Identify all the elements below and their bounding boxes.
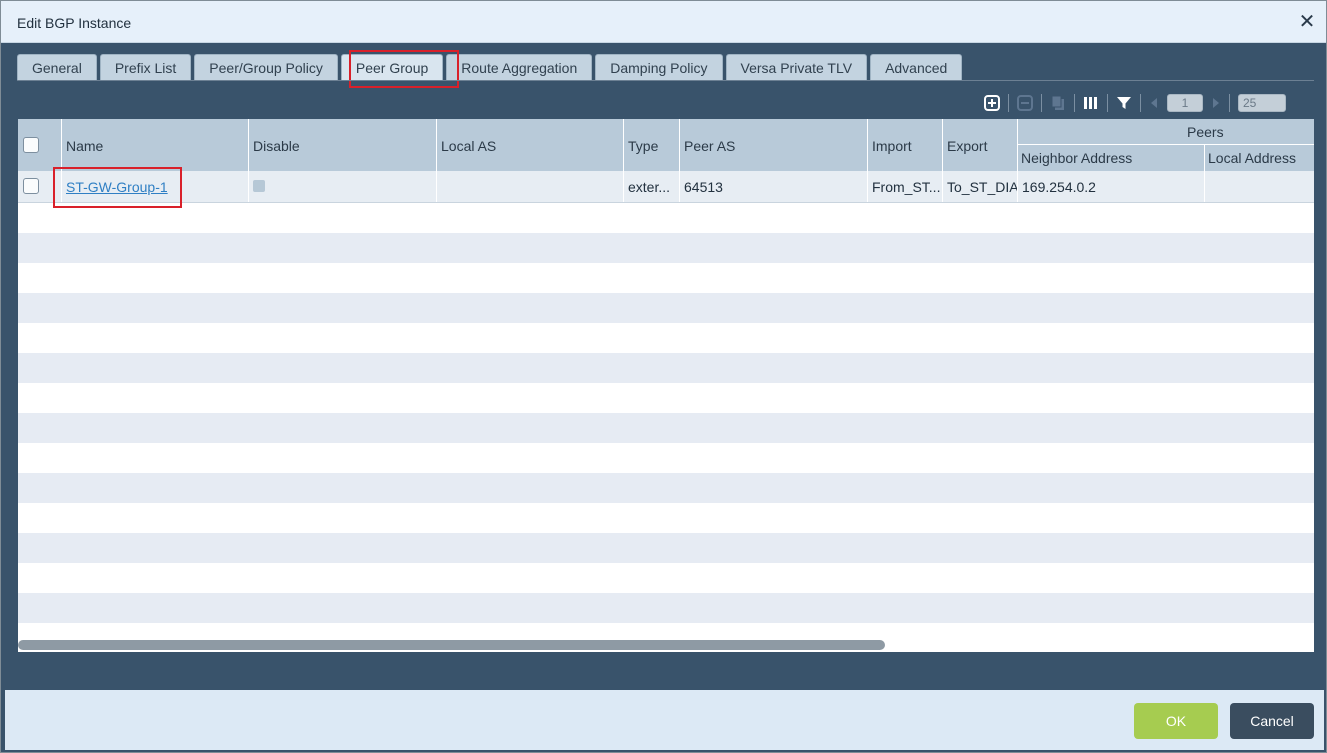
peer-group-grid: Name Disable Local AS Type Peer AS Impor… — [18, 119, 1314, 652]
empty-row — [18, 473, 1314, 503]
empty-row — [18, 323, 1314, 353]
page-size-input[interactable]: 25 — [1238, 94, 1286, 112]
tab-divider — [17, 80, 1314, 81]
tab-peer-group[interactable]: Peer Group — [340, 54, 444, 81]
disable-checkbox[interactable] — [253, 180, 265, 192]
toolbar-separator — [1229, 94, 1230, 112]
header-import[interactable]: Import — [868, 119, 943, 171]
toolbar-separator — [1041, 94, 1042, 112]
empty-row — [18, 203, 1314, 233]
tab-route-aggregation[interactable]: Route Aggregation — [446, 54, 593, 81]
tab-general[interactable]: General — [17, 54, 97, 81]
header-neighbor-address[interactable]: Neighbor Address — [1018, 145, 1205, 171]
clone-icon[interactable] — [1049, 94, 1067, 112]
cell-local-address — [1205, 171, 1314, 202]
empty-row — [18, 383, 1314, 413]
tab-advanced[interactable]: Advanced — [870, 54, 963, 81]
empty-row — [18, 233, 1314, 263]
cancel-button[interactable]: Cancel — [1230, 703, 1314, 739]
header-disable[interactable]: Disable — [249, 119, 437, 171]
cell-neighbor-address: 169.254.0.2 — [1018, 171, 1205, 202]
toolbar-separator — [1008, 94, 1009, 112]
empty-row — [18, 533, 1314, 563]
header-type[interactable]: Type — [624, 119, 680, 171]
header-local-address[interactable]: Local Address — [1205, 145, 1314, 171]
header-peers-group: Peers — [1018, 119, 1314, 145]
cell-name: ST-GW-Group-1 — [62, 171, 249, 202]
filter-icon[interactable] — [1115, 94, 1133, 112]
tab-peer-group-policy[interactable]: Peer/Group Policy — [194, 54, 338, 81]
cell-type: exter... — [624, 171, 680, 202]
table-row[interactable]: ST-GW-Group-1 exter... 64513 From_ST... … — [18, 171, 1314, 203]
dialog-footer — [5, 690, 1324, 750]
select-all-checkbox[interactable] — [23, 137, 39, 153]
empty-row — [18, 263, 1314, 293]
header-export[interactable]: Export — [943, 119, 1018, 171]
toolbar-separator — [1107, 94, 1108, 112]
empty-row — [18, 353, 1314, 383]
add-icon[interactable] — [983, 94, 1001, 112]
header-name[interactable]: Name — [62, 119, 249, 171]
page-number-input[interactable]: 1 — [1167, 94, 1203, 112]
cell-disable — [249, 171, 437, 202]
header-select-cell — [18, 119, 62, 171]
columns-icon[interactable] — [1082, 94, 1100, 112]
horizontal-scrollbar[interactable] — [18, 640, 885, 650]
header-local-as[interactable]: Local AS — [437, 119, 624, 171]
peer-group-name-link[interactable]: ST-GW-Group-1 — [66, 179, 168, 195]
cell-peer-as: 64513 — [680, 171, 868, 202]
empty-row — [18, 503, 1314, 533]
tab-versa-private-tlv[interactable]: Versa Private TLV — [725, 54, 868, 81]
toolbar-separator — [1074, 94, 1075, 112]
next-page-icon[interactable] — [1207, 94, 1225, 112]
tab-bar: General Prefix List Peer/Group Policy Pe… — [17, 54, 965, 81]
edit-bgp-instance-dialog: Edit BGP Instance ✕ General Prefix List … — [0, 0, 1327, 753]
empty-row — [18, 593, 1314, 623]
toolbar-separator — [1140, 94, 1141, 112]
dialog-title: Edit BGP Instance — [17, 15, 132, 31]
header-peer-as[interactable]: Peer AS — [680, 119, 868, 171]
cell-local-as — [437, 171, 624, 202]
ok-button[interactable]: OK — [1134, 703, 1218, 739]
grid-header: Name Disable Local AS Type Peer AS Impor… — [18, 119, 1314, 171]
previous-page-icon[interactable] — [1145, 94, 1163, 112]
empty-row — [18, 443, 1314, 473]
empty-row — [18, 563, 1314, 593]
empty-row — [18, 413, 1314, 443]
grid-toolbar: 1 25 — [976, 92, 1286, 114]
dialog-titlebar: Edit BGP Instance ✕ — [1, 1, 1326, 43]
remove-icon[interactable] — [1016, 94, 1034, 112]
tab-damping-policy[interactable]: Damping Policy — [595, 54, 723, 81]
tab-prefix-list[interactable]: Prefix List — [99, 54, 192, 81]
row-checkbox[interactable] — [23, 178, 39, 194]
cell-import: From_ST... — [868, 171, 943, 202]
empty-row — [18, 293, 1314, 323]
row-select-cell — [18, 171, 62, 202]
cell-export: To_ST_DIA — [943, 171, 1018, 202]
close-icon[interactable]: ✕ — [1298, 12, 1316, 32]
